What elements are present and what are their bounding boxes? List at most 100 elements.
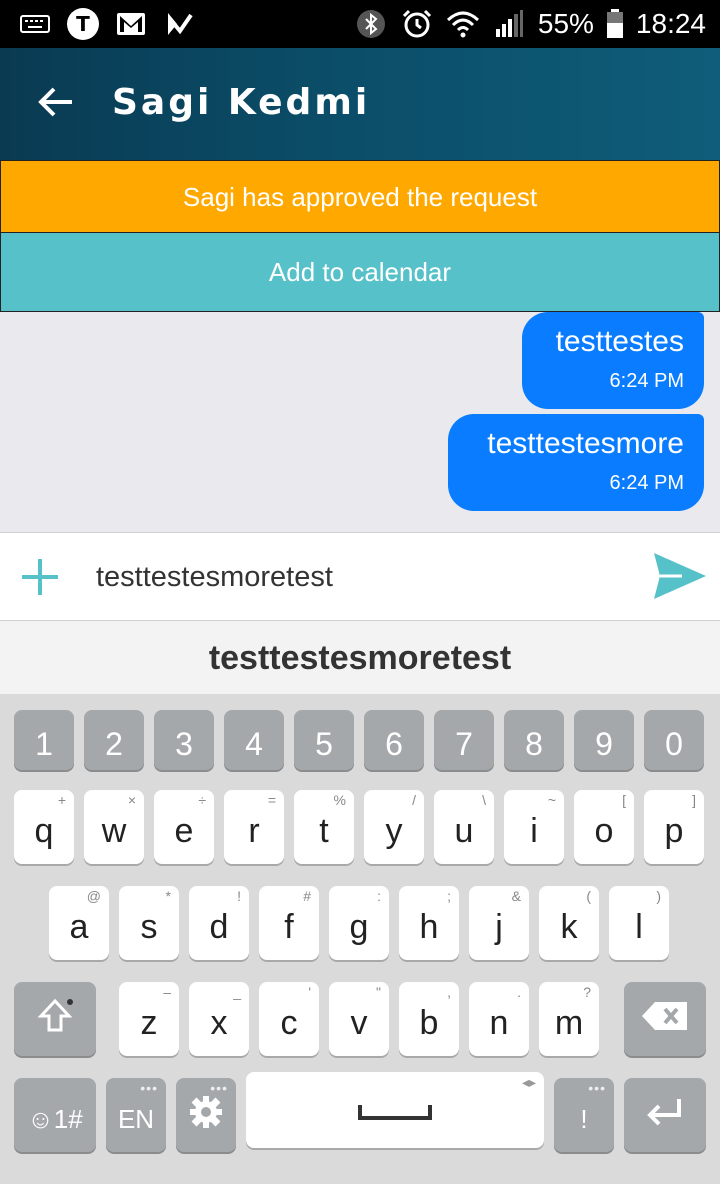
key-p[interactable]: ] p	[644, 790, 704, 864]
plus-icon	[18, 559, 62, 603]
message-list[interactable]: testtestes 6:24 PM testtestesmore 6:24 P…	[0, 312, 720, 532]
key-9[interactable]: 9	[574, 710, 634, 770]
key-b[interactable]: ,b	[399, 982, 459, 1056]
key-secondary-label: .	[517, 984, 521, 1000]
key-w[interactable]: × w	[84, 790, 144, 864]
key-label: 8	[525, 725, 543, 762]
clock: 18:24	[635, 8, 706, 39]
key-y[interactable]: / y	[364, 790, 424, 864]
key-g[interactable]: :g	[329, 886, 389, 960]
key-a[interactable]: @ a	[49, 886, 109, 960]
key-u[interactable]: \ u	[434, 790, 494, 864]
key-j[interactable]: & j	[469, 886, 529, 960]
key-secondary-label: (	[586, 888, 591, 904]
key-x[interactable]: _ x	[189, 982, 249, 1056]
key-z[interactable]: – z	[119, 982, 179, 1056]
key-4[interactable]: 4	[224, 710, 284, 770]
send-button[interactable]	[652, 551, 708, 603]
key-secondary-label: &	[511, 888, 521, 904]
key-label: !	[580, 1103, 588, 1134]
t-app-icon: T	[66, 8, 100, 40]
punctuation-key[interactable]: ! •••	[554, 1078, 614, 1152]
key-1[interactable]: 1	[14, 710, 74, 770]
key-s[interactable]: * s	[119, 886, 179, 960]
add-to-calendar-button[interactable]: Add to calendar	[0, 232, 720, 312]
attach-button[interactable]	[18, 555, 62, 599]
status-right: 55% 18:24	[354, 6, 706, 42]
message-bubble[interactable]: testtestesmore 6:24 PM	[448, 414, 704, 511]
key-8[interactable]: 8	[504, 710, 564, 770]
key-f[interactable]: # f	[259, 886, 319, 960]
language-key[interactable]: EN •••	[106, 1078, 166, 1152]
backspace-key[interactable]	[624, 982, 706, 1056]
key-secondary-label: +	[57, 792, 66, 808]
key-label: y	[385, 811, 403, 850]
key-k[interactable]: (k	[539, 886, 599, 960]
key-secondary-label: ÷	[198, 792, 206, 808]
key-secondary-label: #	[303, 888, 311, 904]
key-0[interactable]: 0	[644, 710, 704, 770]
key-label: j	[495, 907, 503, 946]
key-6[interactable]: 6	[364, 710, 424, 770]
key-2[interactable]: 2	[84, 710, 144, 770]
bluetooth-icon	[354, 9, 388, 39]
key-label: i	[530, 811, 538, 850]
message-text: testtestes	[555, 325, 684, 358]
message-input[interactable]	[96, 551, 636, 603]
shift-key[interactable]	[14, 982, 96, 1056]
key-secondary-label: ]	[692, 792, 696, 808]
space-key[interactable]: ◂▸	[246, 1072, 544, 1148]
key-secondary-label: ?	[583, 984, 591, 1000]
key-label: 1	[35, 725, 53, 762]
svg-text:T: T	[76, 12, 90, 36]
key-label: e	[174, 811, 194, 850]
key-h[interactable]: ; h	[399, 886, 459, 960]
enter-icon	[645, 1097, 685, 1134]
key-i[interactable]: ~ i	[504, 790, 564, 864]
key-secondary-label: [	[622, 792, 626, 808]
key-secondary-label: _	[233, 984, 241, 1000]
key-7[interactable]: 7	[434, 710, 494, 770]
check-app-icon	[162, 9, 196, 39]
key-q[interactable]: + q	[14, 790, 74, 864]
key-e[interactable]: ÷ e	[154, 790, 214, 864]
shift-icon	[37, 998, 73, 1041]
key-label: x	[210, 1003, 228, 1042]
key-t[interactable]: % t	[294, 790, 354, 864]
key-l[interactable]: ) l	[609, 886, 669, 960]
key-d[interactable]: ! d	[189, 886, 249, 960]
key-label: 3	[175, 725, 193, 762]
message-bubble[interactable]: testtestes 6:24 PM	[522, 312, 704, 409]
more-dots-icon: •••	[140, 1080, 158, 1096]
key-c[interactable]: ' c	[259, 982, 319, 1056]
key-label: n	[489, 1003, 509, 1042]
more-dots-icon: •••	[588, 1080, 606, 1096]
key-label: w	[101, 811, 127, 850]
key-n[interactable]: .n	[469, 982, 529, 1056]
soft-keyboard: 1 2 3 4 5 6 7 8 9 0 + q × w ÷ e = r% t / y \ u ~ i[o] p @ a * s! d # f: g…	[0, 694, 720, 1184]
symbols-key[interactable]: ☺1#	[14, 1078, 96, 1152]
key-label: f	[284, 907, 294, 946]
key-label: EN	[117, 1103, 155, 1134]
key-m[interactable]: ? m	[539, 982, 599, 1056]
key-label: o	[594, 811, 614, 850]
settings-key[interactable]: •••	[176, 1078, 236, 1152]
key-label: ☺1#	[27, 1103, 83, 1134]
key-secondary-label: )	[656, 888, 661, 904]
key-r[interactable]: = r	[224, 790, 284, 864]
key-5[interactable]: 5	[294, 710, 354, 770]
back-button[interactable]	[28, 78, 84, 130]
more-dots-icon: •••	[210, 1080, 228, 1096]
key-label: 2	[105, 725, 123, 762]
app-bar: Sagi Kedmi	[0, 48, 720, 160]
key-label: v	[350, 1003, 368, 1042]
enter-key[interactable]	[624, 1078, 706, 1152]
key-secondary-label: @	[86, 888, 101, 904]
key-v[interactable]: " v	[329, 982, 389, 1056]
autocomplete-suggestion[interactable]: testtestesmoretest	[0, 620, 720, 696]
key-label: 5	[315, 725, 333, 762]
key-3[interactable]: 3	[154, 710, 214, 770]
key-secondary-label: =	[267, 792, 276, 808]
key-o[interactable]: [o	[574, 790, 634, 864]
status-bar: T 55% 18:24	[0, 0, 720, 48]
